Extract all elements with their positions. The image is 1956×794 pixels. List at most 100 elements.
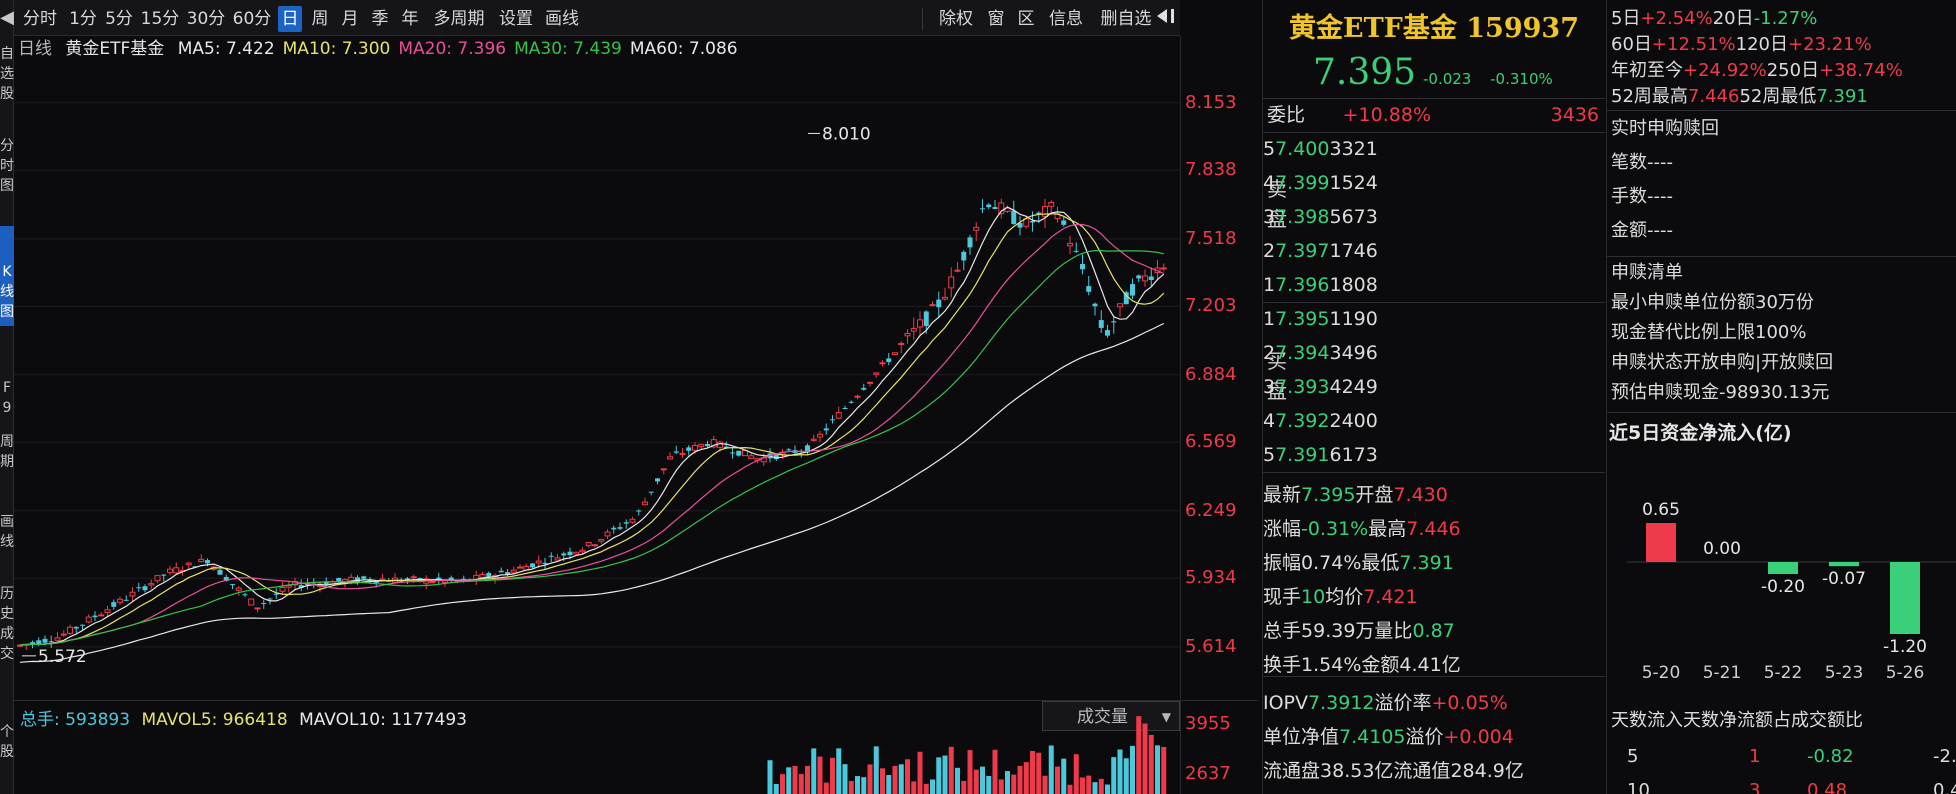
candle-body xyxy=(673,451,679,453)
period-button[interactable]: 设置 xyxy=(496,6,536,32)
flow-category-label: 5-23 xyxy=(1825,663,1864,683)
volume-bar xyxy=(848,780,854,794)
toolbar-action-button[interactable]: 窗 xyxy=(984,6,1008,32)
flow-bar-label: 0.65 xyxy=(1642,500,1680,520)
candle-body xyxy=(148,583,155,586)
period-button[interactable]: 5分 xyxy=(104,6,134,32)
stat-label: 总手 xyxy=(1263,620,1302,642)
volume-bar xyxy=(1148,734,1154,794)
period-button[interactable]: 1分 xyxy=(68,6,98,32)
period-button[interactable]: 分时 xyxy=(18,6,62,32)
perf-value: 7.446 xyxy=(1687,86,1740,107)
stat-value: 7.391 xyxy=(1399,552,1454,574)
volume-bar xyxy=(805,765,810,794)
candle-body xyxy=(585,542,592,547)
expand-panel-icon[interactable] xyxy=(1154,6,1178,32)
nav-tab-f9[interactable]: F9 xyxy=(0,378,14,416)
candle-body xyxy=(1042,206,1048,217)
candle-body xyxy=(1092,303,1098,307)
stat-label: 振幅 xyxy=(1263,552,1302,574)
nav-tab-intraday[interactable]: 分时图 xyxy=(0,136,14,224)
perf-value: +24.92% xyxy=(1683,60,1767,81)
candle-body xyxy=(786,449,792,451)
realtime-value: -- xyxy=(1647,186,1660,207)
quote-extra-row: IOPV7.3912溢价率+0.05% xyxy=(1263,686,1605,720)
quote-extra-row: 流通盘38.53亿流通值284.9亿 xyxy=(1263,754,1605,788)
candle-body xyxy=(948,276,955,289)
flow-table-cell: -0.82 xyxy=(1807,746,1854,767)
candle-body xyxy=(648,491,654,493)
quote-extra-row: 单位净值7.4105溢价+0.004 xyxy=(1263,720,1605,754)
stat-label: 换手 xyxy=(1263,654,1302,676)
stat-value: 1.54% xyxy=(1301,654,1362,676)
nav-tab-period[interactable]: 周期 xyxy=(0,432,14,488)
kline-chart[interactable]: 8.010 5.572 xyxy=(14,62,1180,700)
toolbar-action-button[interactable]: 信息 xyxy=(1044,6,1088,32)
volume-bar xyxy=(936,757,942,794)
redeem-row: 申赎状态开放申购|开放赎回 xyxy=(1611,350,1956,376)
period-button[interactable]: 周 xyxy=(308,6,332,32)
weibi-label: 委比 xyxy=(1267,104,1306,126)
weibi-percent: +10.88% xyxy=(1342,104,1431,126)
volume-bar xyxy=(855,776,860,794)
volume-bar xyxy=(1111,757,1117,794)
volume-bar xyxy=(880,768,885,794)
toolbar-action-button[interactable]: 区 xyxy=(1014,6,1038,32)
candle-body xyxy=(929,304,936,307)
candle-body xyxy=(361,576,367,579)
nav-tab-history[interactable]: 历史成交 xyxy=(0,584,14,680)
candle-body xyxy=(573,551,580,555)
perf-label: 52周最低 xyxy=(1739,86,1817,107)
realtime-header-row: 实时申购赎回 xyxy=(1611,116,1956,142)
ma-line-30 xyxy=(19,250,1164,646)
collapse-arrow-icon[interactable]: ◀ xyxy=(0,2,14,34)
volume-bar xyxy=(811,748,817,794)
nav-tab-stock[interactable]: 个股 xyxy=(0,722,14,792)
nav-tab-watchlist[interactable]: 自选股 xyxy=(0,44,14,134)
period-button[interactable]: 季 xyxy=(368,6,392,32)
candle-body xyxy=(854,395,861,398)
stat-label: 最高 xyxy=(1368,518,1407,540)
order-volume: 1524 xyxy=(1329,172,1378,194)
period-button[interactable]: 60分 xyxy=(232,6,272,32)
candle-body xyxy=(230,584,235,586)
volume-bar xyxy=(1161,746,1167,794)
period-button[interactable]: 年 xyxy=(398,6,422,32)
volume-bar xyxy=(1055,766,1060,794)
stat-value: 284.9亿 xyxy=(1450,760,1524,782)
flow-bar xyxy=(1890,562,1920,634)
volume-bar xyxy=(767,760,773,794)
candle-body xyxy=(167,568,173,573)
candle-body xyxy=(604,531,611,537)
period-button[interactable]: 画线 xyxy=(542,6,582,32)
order-volume: 6173 xyxy=(1329,444,1378,466)
order-price: 7.391 xyxy=(1275,444,1330,466)
period-button[interactable]: 30分 xyxy=(186,6,226,32)
volume-bar xyxy=(1061,758,1067,794)
quote-panel: 黄金ETF基金 159937 7.395 -0.023 -0.310% 委比 +… xyxy=(1262,0,1605,794)
period-button[interactable]: 日 xyxy=(278,6,302,32)
nav-tab-draw[interactable]: 画线 xyxy=(0,512,14,568)
candle-body xyxy=(185,562,192,566)
order-volume: 3496 xyxy=(1329,342,1378,364)
realtime-header: 赎回 xyxy=(1683,118,1719,139)
candle-body xyxy=(1105,330,1110,336)
flow-category-label: 5-26 xyxy=(1886,663,1925,683)
candle-body xyxy=(810,438,817,441)
realtime-value: -- xyxy=(1660,186,1673,207)
period-button[interactable]: 15分 xyxy=(140,6,180,32)
order-price: 7.394 xyxy=(1275,342,1330,364)
toolbar-action-button[interactable]: 除权 xyxy=(934,6,978,32)
nav-tab-label: 周期 xyxy=(0,434,14,470)
period-button[interactable]: 月 xyxy=(338,6,362,32)
price-tick-label: 6.884 xyxy=(1185,363,1237,385)
redeem-row: 现金替代比例上限100% xyxy=(1611,320,1956,346)
change-percent: -0.310% xyxy=(1490,70,1553,88)
candle-body xyxy=(486,572,492,578)
period-button[interactable]: 多周期 xyxy=(428,6,490,32)
candle-body xyxy=(830,419,835,421)
nav-tab-kline[interactable]: K线图 xyxy=(0,226,14,326)
stat-label: 溢价率 xyxy=(1374,692,1432,714)
flow-category-label: 5-21 xyxy=(1703,663,1742,683)
toolbar-action-button[interactable]: 删自选 xyxy=(1094,6,1158,32)
